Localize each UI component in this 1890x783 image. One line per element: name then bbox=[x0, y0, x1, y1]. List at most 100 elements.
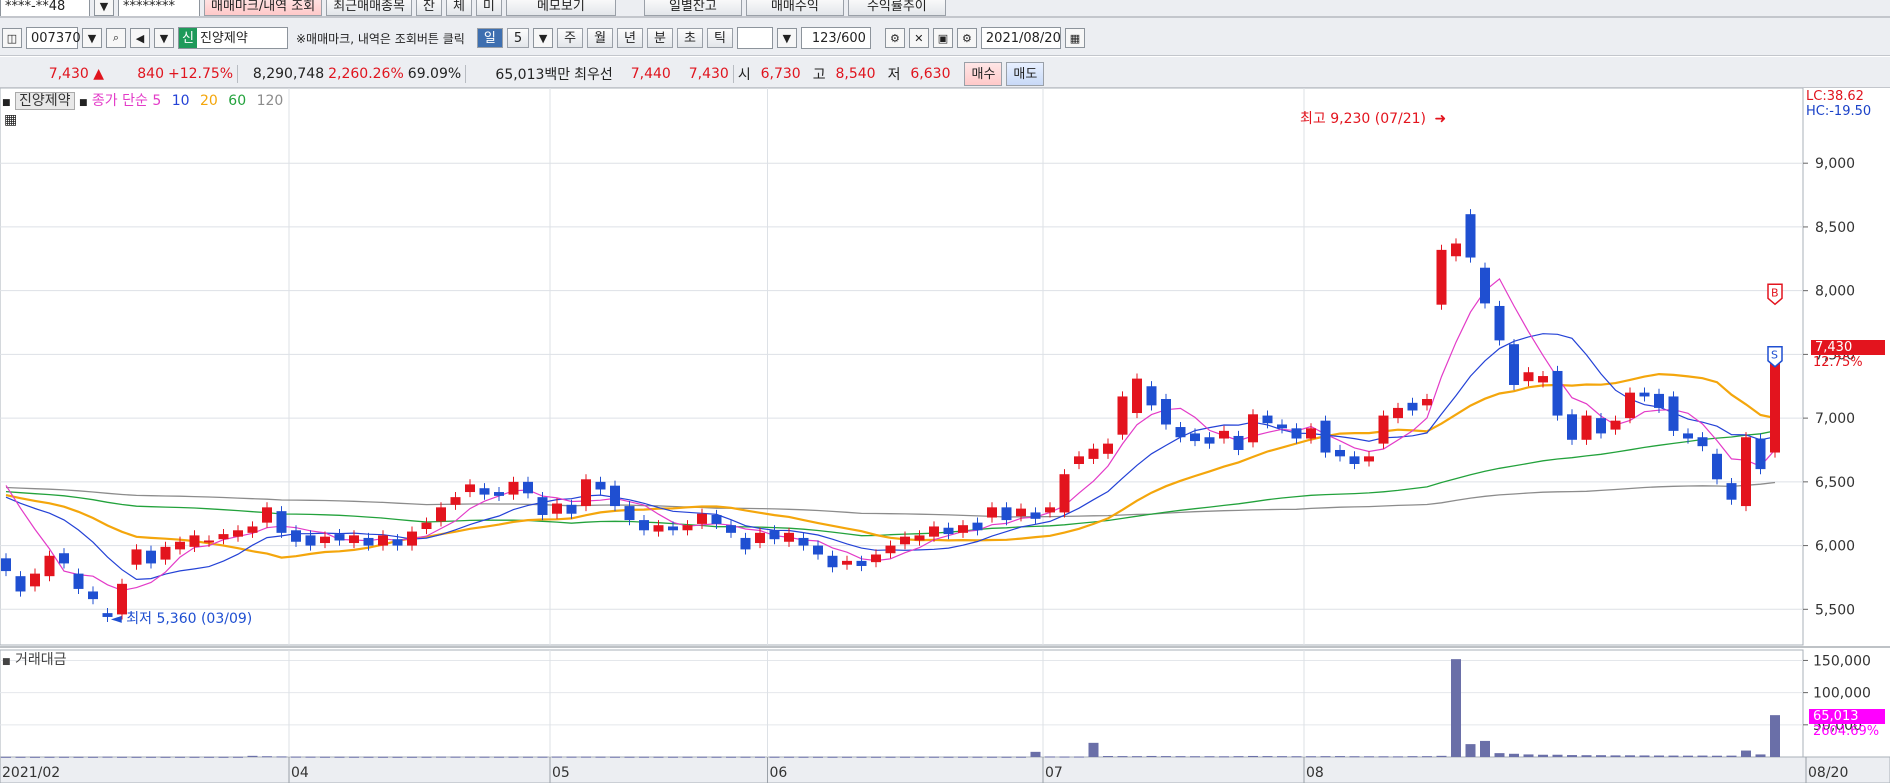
volume-bar bbox=[146, 756, 156, 758]
volume-bar bbox=[1103, 756, 1113, 758]
volume-bar bbox=[1697, 755, 1708, 757]
volume-bar bbox=[1465, 744, 1476, 757]
period-year-button[interactable]: 년 bbox=[617, 28, 643, 48]
chart-tool-icon[interactable]: ✕ bbox=[908, 28, 929, 48]
period-5-button[interactable]: 5 bbox=[506, 28, 530, 48]
open-price: 6,730 bbox=[760, 66, 801, 82]
chart-grid bbox=[0, 88, 1890, 783]
fill-button[interactable]: 체 bbox=[445, 0, 472, 16]
legend-ma-label[interactable]: 종가 단순 bbox=[92, 93, 148, 109]
x-tick-label: 06 bbox=[770, 765, 788, 781]
calendar-icon[interactable]: ▦ bbox=[1064, 28, 1085, 48]
stock-code-input[interactable]: 007370 bbox=[26, 27, 81, 49]
candle-body bbox=[1175, 427, 1186, 438]
account-select[interactable]: ****-**48 bbox=[0, 0, 90, 16]
candle-body bbox=[1436, 249, 1447, 305]
legend-toggle-icon[interactable]: ■ bbox=[79, 98, 88, 108]
candle-body bbox=[552, 503, 562, 514]
period-week-button[interactable]: 주 bbox=[557, 28, 584, 48]
volume-bar bbox=[494, 756, 504, 758]
chevron-down-icon[interactable]: ▼ bbox=[82, 28, 102, 48]
candle-body bbox=[291, 530, 301, 542]
legend-ma10[interactable]: 10 bbox=[172, 93, 190, 109]
candle-body bbox=[407, 531, 417, 546]
candle-body bbox=[436, 507, 446, 522]
volume-bar bbox=[1393, 756, 1403, 758]
ask-price: 7,440 bbox=[630, 66, 671, 82]
volume-bar bbox=[1770, 715, 1780, 757]
legend-ma60[interactable]: 60 bbox=[228, 93, 246, 109]
count-input[interactable]: 123 /600 bbox=[800, 27, 871, 49]
layout-icon[interactable]: ◫ bbox=[2, 28, 22, 48]
volume-pct-tag: 2604.69% bbox=[1813, 724, 1880, 739]
volume-bar bbox=[523, 756, 533, 758]
recent-items-button[interactable]: 최근매매종목 bbox=[326, 0, 412, 16]
daily-balance-button[interactable]: 일별잔고 bbox=[643, 0, 742, 16]
volume-bar bbox=[1161, 756, 1171, 758]
gear-icon[interactable]: ⚙ bbox=[956, 28, 977, 48]
chevron-down-icon[interactable]: ▼ bbox=[154, 28, 174, 48]
candle-body bbox=[204, 540, 214, 543]
candle-body bbox=[726, 525, 736, 533]
legend-toggle-icon[interactable]: ■ bbox=[2, 657, 11, 667]
buy-button[interactable]: 매수 bbox=[964, 62, 1003, 86]
period-day-button[interactable]: 일 bbox=[476, 28, 503, 48]
candle-body bbox=[755, 532, 765, 544]
candle-body bbox=[349, 535, 359, 544]
trade-profit-button[interactable]: 매매수익 bbox=[745, 0, 844, 16]
legend-ma5[interactable]: 5 bbox=[152, 93, 161, 109]
password-input[interactable]: ******** bbox=[118, 0, 200, 16]
grid-table-icon[interactable]: ▦ bbox=[4, 112, 17, 128]
memo-button[interactable]: 메모보기 bbox=[505, 0, 616, 16]
period-month-button[interactable]: 월 bbox=[587, 28, 614, 48]
chevron-down-icon[interactable]: ▼ bbox=[94, 0, 114, 16]
stock-name-field[interactable]: 신 진양제약 bbox=[178, 27, 288, 49]
volume-bar bbox=[1059, 756, 1070, 758]
chevron-down-icon[interactable]: ▼ bbox=[776, 28, 797, 48]
volume-bar bbox=[1219, 756, 1229, 758]
period-tick-button[interactable]: 틱 bbox=[706, 28, 733, 48]
legend-ma120[interactable]: 120 bbox=[257, 93, 284, 109]
candle-body bbox=[1059, 474, 1070, 513]
candle-body bbox=[189, 535, 200, 547]
trade-mark-button[interactable]: 매매마크/내역 조회 bbox=[204, 0, 323, 16]
candle-body bbox=[276, 511, 287, 533]
volume-bar bbox=[1074, 756, 1084, 758]
unfilled-button[interactable]: 미 bbox=[475, 0, 502, 16]
save-icon[interactable]: ▣ bbox=[932, 28, 953, 48]
volume-bar bbox=[247, 755, 258, 757]
period-second-button[interactable]: 초 bbox=[676, 28, 703, 48]
volume-bar bbox=[1349, 756, 1360, 758]
candle-body bbox=[218, 534, 229, 540]
settings-icon[interactable]: ⚙ bbox=[884, 28, 905, 48]
sell-button[interactable]: 매도 bbox=[1006, 62, 1045, 86]
search-icon[interactable]: ⌕ bbox=[106, 28, 126, 48]
period-value-select[interactable] bbox=[736, 27, 773, 49]
sell-marker-label: S bbox=[1771, 349, 1778, 362]
legend-stock-name[interactable]: 진양제약 bbox=[14, 92, 75, 110]
candle-body bbox=[1697, 437, 1708, 447]
balance-button[interactable]: 잔 bbox=[415, 0, 442, 16]
date-input[interactable]: 2021/08/20 bbox=[980, 27, 1061, 49]
candle-body bbox=[1683, 433, 1693, 439]
y-tick-label: 5,500 bbox=[1815, 602, 1855, 618]
volume-bar bbox=[1436, 755, 1447, 757]
count-max: /600 bbox=[836, 31, 866, 46]
volume-bar bbox=[1233, 756, 1244, 758]
period-minute-button[interactable]: 분 bbox=[647, 28, 673, 48]
speaker-icon[interactable]: ◀ bbox=[130, 28, 150, 48]
volume-bar bbox=[1567, 755, 1577, 757]
legend-ma20[interactable]: 20 bbox=[200, 93, 218, 109]
candle-body bbox=[160, 546, 171, 560]
volume-bar bbox=[1523, 754, 1534, 757]
chevron-down-icon[interactable]: ▼ bbox=[533, 28, 554, 48]
volume-bar bbox=[1712, 755, 1722, 757]
volume-bar bbox=[668, 756, 678, 758]
volume-bar bbox=[392, 756, 403, 758]
volume-bar bbox=[842, 756, 852, 758]
candle-body bbox=[30, 573, 40, 587]
legend-toggle-icon[interactable]: ■ bbox=[2, 98, 11, 108]
volume-bar bbox=[88, 756, 98, 758]
return-trend-button[interactable]: 수익률추이 bbox=[847, 0, 946, 16]
bid-price: 7,430 bbox=[688, 66, 729, 82]
